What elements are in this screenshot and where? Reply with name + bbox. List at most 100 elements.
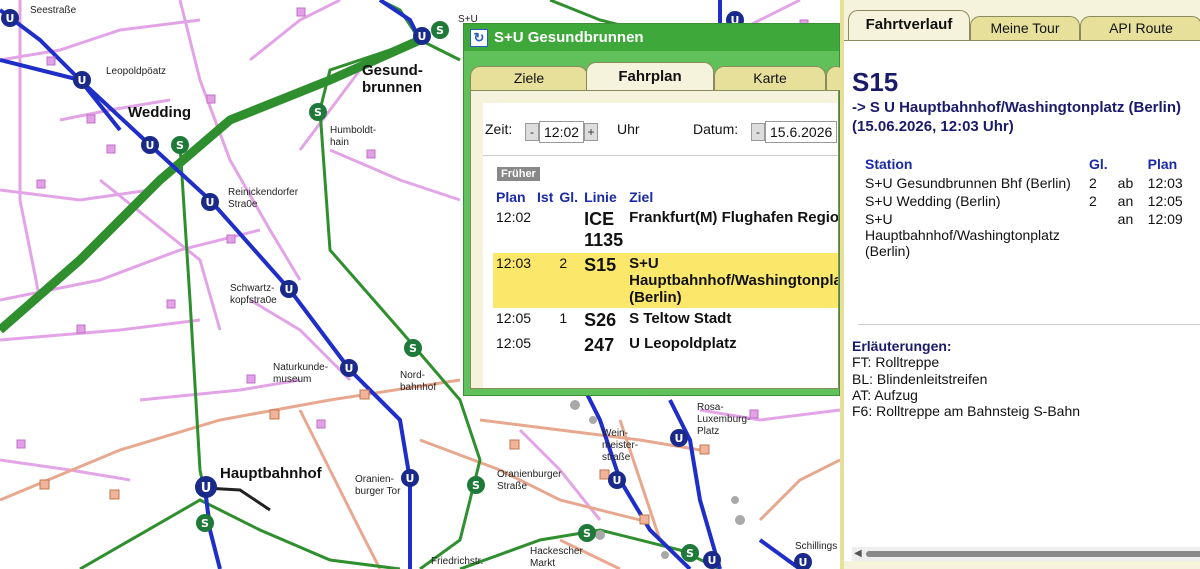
legend-item: BL: Blindenleitstreifen: [852, 371, 988, 387]
stop-gl: 2: [1089, 193, 1097, 209]
svg-text:S: S: [176, 139, 184, 152]
stop-type: an: [1117, 193, 1134, 209]
table-row[interactable]: 12:05 1 S26 S Teltow Stadt: [493, 308, 838, 333]
row-linie[interactable]: 247: [581, 333, 626, 358]
departures-table: Plan Ist Gl. Linie Ziel 12:02 ICE 1135 F…: [493, 187, 838, 358]
col-gl: Gl.: [1089, 155, 1108, 172]
svg-text:S: S: [686, 547, 694, 560]
tab-fahrplan[interactable]: Fahrplan: [586, 62, 714, 91]
datum-input[interactable]: 15.6.2026: [765, 121, 838, 143]
stop-plan: 12:03: [1147, 175, 1183, 191]
tab-karte[interactable]: Karte: [714, 66, 826, 90]
u-station-icon: U: [73, 71, 91, 89]
tab-fahrtverlauf[interactable]: Fahrtverlauf: [848, 10, 970, 41]
map-label-oranienburger-tor: Oranien- burger Tor: [355, 474, 401, 497]
map-label-schwartzkopf: Schwartz- kopfstra0e: [230, 283, 277, 306]
map-label-wedding: Wedding: [128, 104, 192, 121]
stop-type: ab: [1117, 175, 1134, 191]
scroll-thumb[interactable]: [866, 551, 1200, 557]
row-gl: 2: [556, 253, 582, 308]
row-ist: [534, 308, 556, 333]
row-ziel[interactable]: U Leopoldplatz: [626, 333, 838, 358]
s-station-icon: S: [681, 544, 699, 562]
svg-text:S: S: [472, 479, 480, 492]
datum-minus-button[interactable]: -: [751, 123, 765, 141]
row-plan: 12:05: [496, 310, 532, 326]
stop-row[interactable]: S+U Gesundbrunnen Bhf (Berlin) 2 ab 12:0…: [860, 174, 1188, 192]
fahrplan-panel: Zeit: - 12:02 + Uhr Datum: - 15.6.2026 F…: [483, 103, 838, 388]
svg-text:S: S: [583, 527, 591, 540]
svg-text:U: U: [345, 362, 354, 375]
row-linie[interactable]: S26: [581, 308, 626, 333]
row-linie[interactable]: ICE 1135: [581, 207, 626, 253]
map-label-reinickendorfer: Reinickendorfer Stra0e: [228, 187, 299, 210]
station-popup[interactable]: ↻ S+U Gesundbrunnen Ziele Fahrplan Karte…: [463, 23, 846, 396]
map-label-gesundbrunnen: Gesund- brunnen: [362, 62, 423, 96]
svg-text:U: U: [146, 139, 155, 152]
legend-item: F6: Rolltreppe am Bahnsteig S-Bahn: [852, 403, 1081, 419]
frueher-button[interactable]: Früher: [497, 167, 540, 181]
tab-meine-tour[interactable]: Meine Tour: [970, 16, 1080, 40]
datum-stepper[interactable]: - 15.6.2026: [751, 121, 838, 143]
col-plan: Plan: [1147, 155, 1178, 172]
svg-text:U: U: [708, 554, 717, 567]
u-station-icon: U: [413, 27, 431, 45]
table-row[interactable]: 12:05 247 U Leopoldplatz: [493, 333, 838, 358]
stop-plan: 12:05: [1147, 193, 1183, 209]
svg-text:U: U: [799, 556, 808, 569]
map-label-weinmeister: Wein- meister- straße: [602, 428, 639, 463]
zeit-plus-button[interactable]: +: [584, 123, 599, 141]
svg-text:U: U: [201, 481, 212, 496]
stop-type: an: [1117, 211, 1134, 227]
u-station-icon: U: [401, 469, 419, 487]
row-ziel[interactable]: Frankfurt(M) Flughafen Regionalbf: [626, 207, 838, 253]
row-plan: 12:05: [496, 335, 532, 351]
map-label-naturkunde: Naturkunde- museum: [273, 362, 329, 385]
svg-text:S: S: [201, 517, 209, 530]
svg-text:U: U: [285, 283, 294, 296]
legend-item: FT: Rolltreppe: [852, 354, 940, 370]
line-title: S15: [852, 67, 899, 97]
row-gl: 1: [559, 310, 568, 326]
stop-row[interactable]: S+U Hauptbahnhof/Washingtonplatz (Berlin…: [860, 210, 1188, 260]
svg-text:U: U: [406, 472, 415, 485]
table-row[interactable]: 12:02 ICE 1135 Frankfurt(M) Flughafen Re…: [493, 207, 838, 253]
panel-tabs: Fahrtverlauf Meine Tour API Route: [844, 10, 1200, 41]
tab-api-route[interactable]: API Route: [1080, 16, 1200, 40]
row-ziel[interactable]: S Teltow Stadt: [626, 308, 838, 333]
svg-text:U: U: [418, 30, 427, 43]
row-linie[interactable]: S15: [581, 253, 627, 308]
map-label-hauptbahnhof: Hauptbahnhof: [220, 465, 322, 482]
map-label-friedrichstr: Friedrichstr.: [431, 556, 484, 567]
horizontal-scrollbar[interactable]: ◀: [852, 547, 1200, 561]
zeit-stepper[interactable]: - 12:02 +: [525, 121, 599, 143]
stop-station[interactable]: S+U Gesundbrunnen Bhf (Berlin): [860, 174, 1084, 192]
datum-label: Datum:: [693, 121, 739, 137]
popup-titlebar[interactable]: ↻ S+U Gesundbrunnen: [464, 24, 839, 51]
stop-row[interactable]: S+U Wedding (Berlin) 2 an 12:05: [860, 192, 1188, 210]
stop-station[interactable]: S+U Hauptbahnhof/Washingtonplatz (Berlin…: [860, 210, 1084, 260]
col-station: Station: [865, 155, 913, 172]
line-datetime: (15.06.2026, 12:03 Uhr): [852, 118, 1014, 135]
stop-station[interactable]: S+U Wedding (Berlin): [860, 192, 1084, 210]
row-plan: 12:03: [493, 253, 535, 308]
s-station-icon: S: [431, 21, 449, 39]
row-gl: [556, 333, 581, 358]
line-direction: -> S U Hauptbahnhof/Washingtonplatz (Ber…: [852, 99, 1182, 116]
tab-ziele[interactable]: Ziele: [470, 66, 588, 90]
divider: [483, 155, 838, 156]
zeit-minus-button[interactable]: -: [525, 123, 539, 141]
u-station-icon: U: [141, 136, 159, 154]
col-ist: Ist: [537, 189, 554, 205]
col-type: [1113, 153, 1143, 174]
scroll-left-icon[interactable]: ◀: [854, 548, 862, 559]
zeit-input[interactable]: 12:02: [539, 121, 585, 143]
u-station-icon: U: [608, 471, 626, 489]
refresh-icon[interactable]: ↻: [470, 28, 488, 47]
stop-gl: [1084, 210, 1113, 260]
table-row-selected[interactable]: 12:03 2 S15 S+U Hauptbahnhof/Washingtonp…: [493, 253, 838, 308]
s-station-icon: S: [196, 514, 214, 532]
s-station-icon: S: [467, 476, 485, 494]
u-station-icon: U: [703, 551, 721, 569]
row-ziel[interactable]: S+U Hauptbahnhof/Washingtonplatz (Berlin…: [626, 253, 838, 308]
